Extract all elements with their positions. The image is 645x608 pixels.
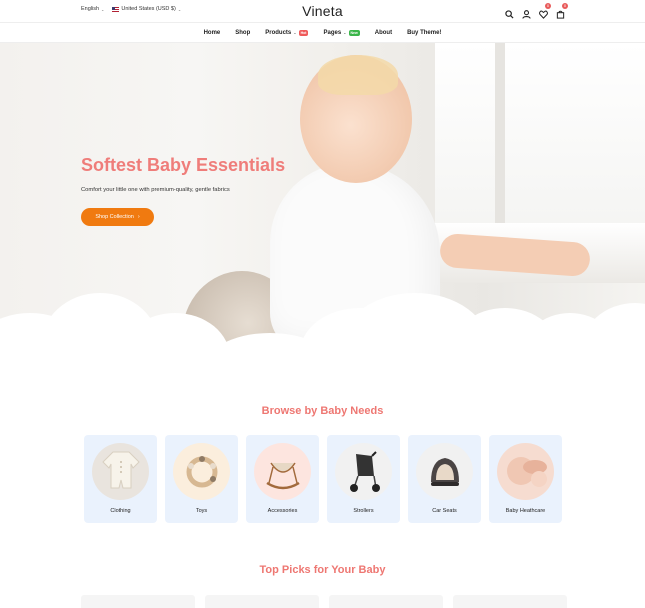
shop-collection-button[interactable]: Shop Collection ›: [81, 208, 154, 226]
hero-subtitle: Comfort your little one with premium-qua…: [81, 187, 230, 193]
main-nav: Home Shop Products ⌄ Hot Pages ⌄ New About B…: [0, 22, 645, 43]
category-label: Toys: [195, 508, 208, 514]
category-label: Accessories: [267, 508, 298, 514]
product-card[interactable]: [329, 595, 443, 608]
new-badge: New: [348, 29, 360, 36]
rocker-icon: [254, 443, 311, 500]
baby-care-icon: [497, 443, 554, 500]
stroller-icon: [335, 443, 392, 500]
cart-icon[interactable]: 0: [556, 3, 568, 19]
baby-hair-illustration: [318, 55, 398, 95]
category-list: Clothing Toys Accessories Strollers Car …: [84, 435, 562, 523]
category-label: Baby Heathcare: [505, 508, 546, 514]
product-list: [81, 595, 567, 608]
search-icon[interactable]: [505, 6, 514, 19]
hero-window-illustration: [435, 43, 645, 253]
car-seat-icon: [416, 443, 473, 500]
nav-label: Home: [203, 29, 221, 36]
nav-item-shop[interactable]: Shop: [235, 30, 250, 36]
top-bar: English ⌄ United States (USD $) ⌄ Vineta 0…: [0, 0, 645, 22]
category-card-strollers[interactable]: Strollers: [327, 435, 400, 523]
nav-item-buy-theme[interactable]: Buy Theme!: [407, 30, 441, 36]
hot-badge: Hot: [298, 29, 309, 36]
product-card[interactable]: [205, 595, 319, 608]
chevron-down-icon: ⌄: [343, 30, 347, 35]
wishlist-icon[interactable]: 0: [539, 3, 551, 19]
category-card-baby-heathcare[interactable]: Baby Heathcare: [489, 435, 562, 523]
cart-count-badge: 0: [562, 3, 568, 9]
chevron-down-icon: ⌄: [293, 30, 297, 35]
chevron-right-icon: ›: [137, 214, 140, 220]
nav-label: Products: [265, 29, 292, 36]
header-icons: 0 0: [505, 3, 568, 19]
product-card[interactable]: [81, 595, 195, 608]
nav-label: Shop: [235, 29, 251, 36]
nav-label: Buy Theme!: [407, 29, 442, 36]
user-icon[interactable]: [522, 6, 531, 19]
category-card-clothing[interactable]: Clothing: [84, 435, 157, 523]
cloud-shape: [580, 303, 645, 373]
nav-item-about[interactable]: About: [375, 30, 392, 36]
nav-item-products[interactable]: Products ⌄ Hot: [265, 29, 309, 36]
category-card-toys[interactable]: Toys: [165, 435, 238, 523]
nav-item-pages[interactable]: Pages ⌄ New: [323, 29, 360, 36]
category-card-car-seats[interactable]: Car Seats: [408, 435, 481, 523]
category-label: Clothing: [110, 508, 131, 514]
category-card-accessories[interactable]: Accessories: [246, 435, 319, 523]
category-label: Strollers: [353, 508, 374, 514]
nav-item-home[interactable]: Home: [204, 30, 221, 36]
nav-label: Pages: [323, 29, 342, 36]
categories-title: Browse by Baby Needs: [261, 405, 384, 417]
teether-ring-icon: [173, 443, 230, 500]
category-label: Car Seats: [432, 508, 457, 514]
hero-title: Softest Baby Essentials: [81, 155, 286, 175]
nav-label: About: [374, 29, 393, 36]
top-picks-title: Top Picks for Your Baby: [259, 564, 386, 576]
product-card[interactable]: [453, 595, 567, 608]
onesie-icon: [92, 443, 149, 500]
wishlist-count-badge: 0: [545, 3, 551, 9]
button-label: Shop Collection: [95, 214, 134, 220]
